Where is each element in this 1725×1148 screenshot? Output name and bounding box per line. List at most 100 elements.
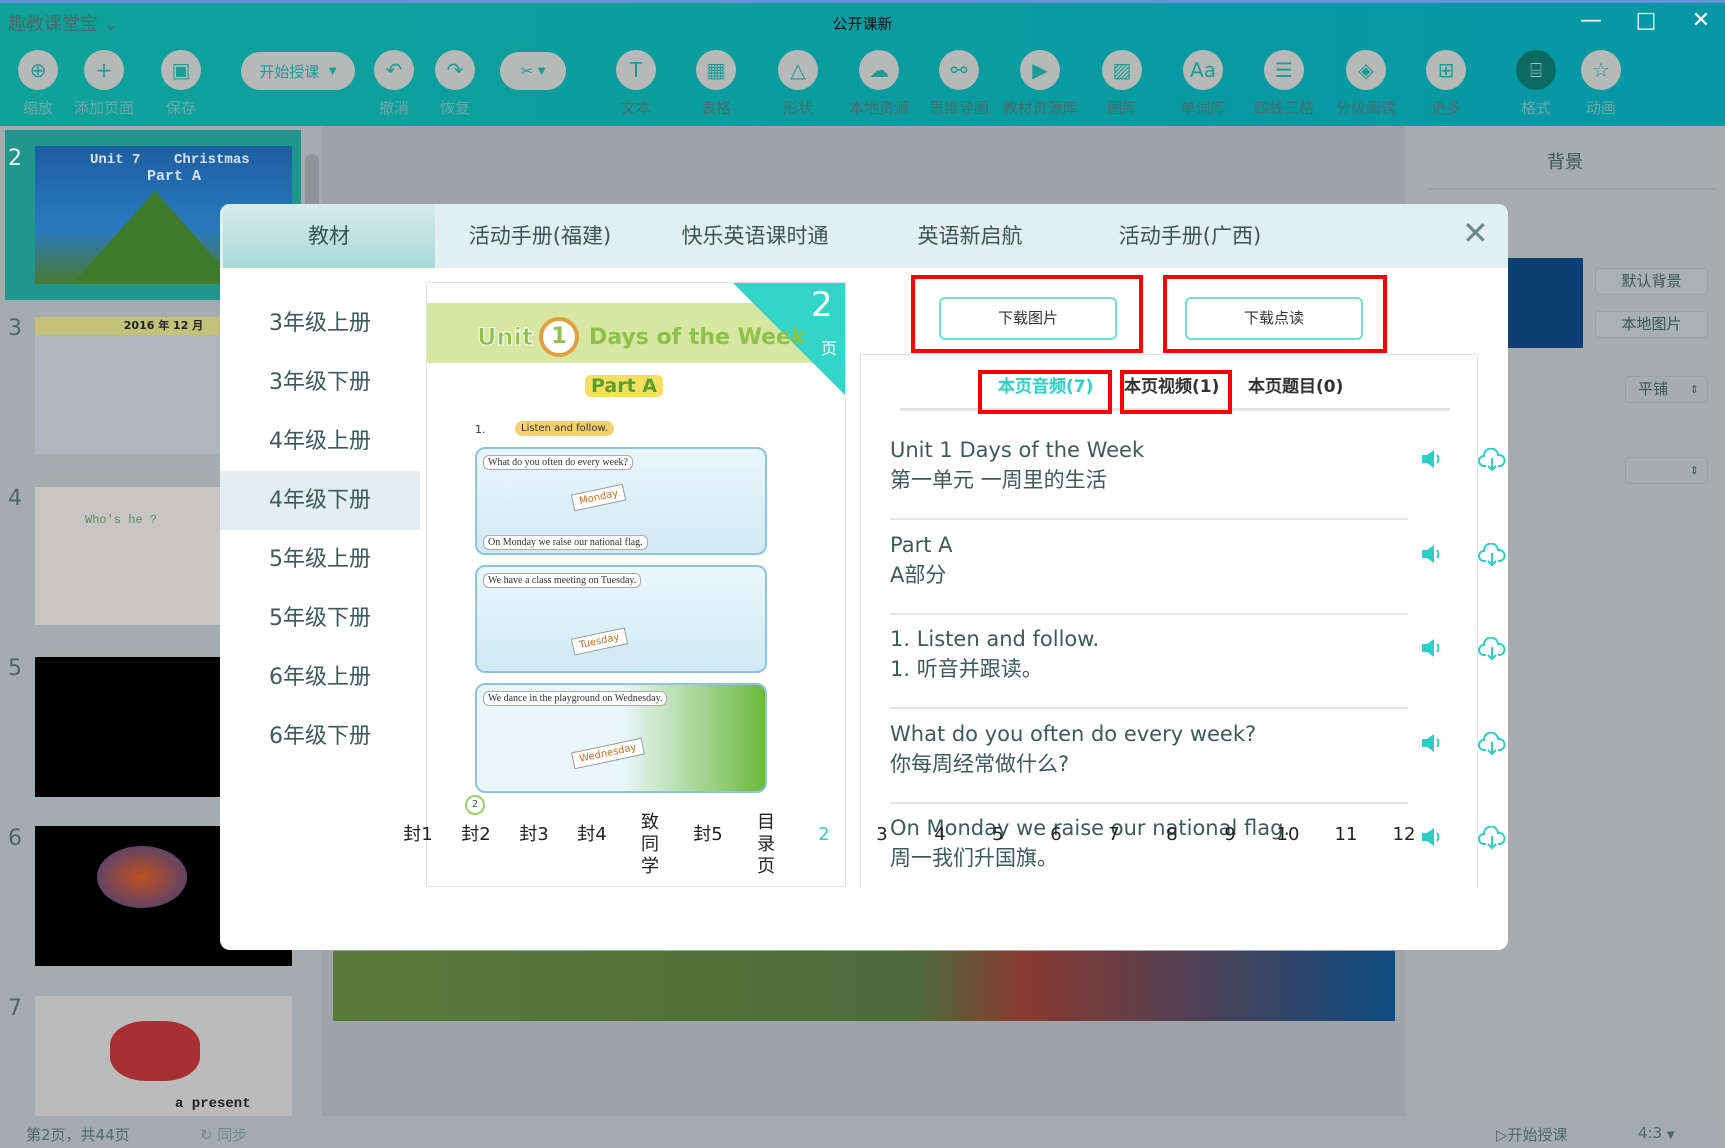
audio-item[interactable]: On Monday we raise our national flag. 周一我…: [890, 804, 1506, 898]
page-nav-item[interactable]: 11: [1321, 824, 1371, 846]
tree-shape: [75, 191, 235, 281]
grade-item[interactable]: 5年级上册: [220, 530, 420, 589]
page-nav-item[interactable]: 封3: [509, 824, 559, 846]
page-nav-item[interactable]: 致同学: [635, 812, 665, 878]
speaker-icon[interactable]: [1420, 448, 1444, 470]
subtab-video[interactable]: 本页视频(1): [1124, 372, 1219, 397]
page-nav-item[interactable]: 5: [973, 824, 1023, 846]
page-number: 2: [811, 285, 833, 325]
scene-caption: We dance in the playground on Wednesday.: [483, 691, 668, 706]
slide-number: 3: [8, 316, 22, 341]
cloud-download-icon[interactable]: [1478, 448, 1506, 472]
tab-textbook[interactable]: 教材: [223, 204, 435, 268]
aspect-ratio-select[interactable]: 4:3 ▼: [1638, 1124, 1675, 1142]
page-nav-item[interactable]: 12: [1379, 824, 1429, 846]
tab-english-voyage[interactable]: 英语新启航: [870, 204, 1070, 268]
close-window-button[interactable]: ✕: [1686, 8, 1716, 33]
page-nav-item[interactable]: 2: [799, 824, 849, 846]
toolbar-mindmap-button[interactable]: ⚯ 思维导图: [914, 50, 1004, 118]
download-read-button[interactable]: 下载点读: [1185, 297, 1363, 340]
toolbar-grid-button[interactable]: ⊞ 更多: [1401, 50, 1491, 118]
toolbar-label: 四线三格: [1253, 99, 1314, 117]
toolbar-layers-button[interactable]: ◈ 分级阅读: [1321, 50, 1411, 118]
close-dialog-button[interactable]: ✕: [1462, 214, 1489, 252]
secondary-select[interactable]: ⇕: [1625, 457, 1708, 484]
grade-item[interactable]: 3年级上册: [220, 294, 420, 353]
cloud-download-icon[interactable]: [1478, 731, 1506, 756]
toolbar-aa-button[interactable]: Aa 单词库: [1158, 50, 1248, 118]
toolbar-table-button[interactable]: ▦ 表格: [671, 50, 761, 118]
book-page-preview[interactable]: 2 页 Unit 1 Days of the Week Part A 1. Li…: [426, 282, 846, 887]
audio-item[interactable]: Part A A部分: [890, 521, 1506, 615]
cut-dropdown[interactable]: ✂ ▼: [500, 52, 566, 90]
toolbar-text-button[interactable]: T 文本: [591, 50, 681, 118]
fill-mode-select[interactable]: 平铺 ⇕: [1625, 376, 1708, 403]
grade-item[interactable]: 4年级下册: [220, 471, 420, 530]
speaker-icon[interactable]: [1420, 637, 1444, 659]
scene-1: What do you often do every week? Monday …: [475, 447, 767, 555]
audio-title-zh: 1. 听音并跟读。: [890, 657, 1043, 681]
scissors-icon: ✂: [520, 62, 534, 80]
subtab-audio[interactable]: 本页音频(7): [998, 372, 1093, 397]
page-nav-item[interactable]: 封2: [451, 824, 501, 846]
start-class-dropdown[interactable]: 开始授课 ▼: [241, 52, 355, 90]
subtab-questions[interactable]: 本页题目(0): [1248, 372, 1343, 397]
default-background-button[interactable]: 默认背景: [1595, 268, 1708, 295]
page-nav-item[interactable]: 8: [1147, 824, 1197, 846]
toolbar-redo-button[interactable]: ↷ 恢复: [410, 50, 500, 118]
page-nav-item[interactable]: 目录页: [751, 812, 781, 878]
page-nav-item[interactable]: 6: [1031, 824, 1081, 846]
sync-label: 同步: [217, 1126, 248, 1144]
grade-item[interactable]: 5年级下册: [220, 589, 420, 648]
speaker-icon[interactable]: [1420, 543, 1444, 565]
maximize-button[interactable]: □: [1631, 8, 1661, 33]
slide-thumb-7[interactable]: a present: [35, 996, 292, 1116]
audio-title-zh: 第一单元 一周里的生活: [890, 468, 1107, 492]
mindmap-icon: ⚯: [939, 50, 979, 90]
grade-item[interactable]: 3年级下册: [220, 353, 420, 412]
grade-item[interactable]: 6年级上册: [220, 648, 420, 707]
toolbar-lines-button[interactable]: ☰ 四线三格: [1239, 50, 1329, 118]
page-nav-item[interactable]: 封5: [683, 824, 733, 846]
cloud-download-icon[interactable]: [1478, 637, 1506, 661]
panel-title: 背景: [1547, 152, 1583, 173]
toolbar-save-button[interactable]: ▣ 保存: [136, 50, 226, 118]
page-nav-item[interactable]: 10: [1263, 824, 1313, 846]
page-nav-item[interactable]: 3: [857, 824, 907, 846]
toolbar-star-button[interactable]: ☆ 动画: [1556, 50, 1646, 118]
grade-item[interactable]: 6年级下册: [220, 707, 420, 766]
toolbar-upload-cloud-button[interactable]: ☁ 本地资源: [834, 50, 924, 118]
page-nav-item[interactable]: 9: [1205, 824, 1255, 846]
tab-activity-guangxi[interactable]: 活动手册(广西): [1080, 204, 1300, 268]
audio-item[interactable]: What do you often do every week? 你每周经常做什么…: [890, 710, 1506, 804]
cloud-download-icon[interactable]: [1478, 826, 1506, 850]
audio-item[interactable]: 1. Listen and follow. 1. 听音并跟读。: [890, 615, 1506, 709]
start-class-button[interactable]: ▷开始授课: [1496, 1124, 1568, 1145]
minimize-button[interactable]: —: [1576, 8, 1606, 33]
toolbar-label: 教材资源库: [1002, 99, 1078, 117]
grade-item[interactable]: 4年级上册: [220, 412, 420, 471]
page-nav-item[interactable]: 封1: [393, 824, 443, 846]
audio-item[interactable]: Unit 1 Days of the Week 第一单元 一周里的生活: [890, 426, 1506, 520]
aspect-ratio-value: 4:3: [1638, 1124, 1663, 1142]
toolbar-image-button[interactable]: ▨ 图库: [1077, 50, 1167, 118]
toolbar-shape-button[interactable]: △ 形状: [753, 50, 843, 118]
local-image-button[interactable]: 本地图片: [1595, 311, 1708, 338]
caret-down-icon: ▼: [328, 65, 337, 77]
download-image-button[interactable]: 下载图片: [939, 297, 1117, 340]
page-nav-item[interactable]: 7: [1089, 824, 1139, 846]
slide-title: Who's he ?: [85, 513, 158, 527]
speaker-icon[interactable]: [1420, 732, 1444, 754]
tab-activity-fujian[interactable]: 活动手册(福建): [440, 204, 640, 268]
page-nav-item[interactable]: 4: [915, 824, 965, 846]
title-toolbar: 趣教课堂宝 ⌄ 公开课新 — □ ✕ ⊕ 缩放 + 添加页面 ▣ 保存 ↶ 撤消 ↷ 恢复 T 文本 ▦…: [0, 0, 1725, 126]
upload-cloud-icon: ☁: [859, 50, 899, 90]
toolbar-label: 图库: [1106, 99, 1137, 117]
scene-caption: We have a class meeting on Tuesday.: [483, 573, 642, 588]
text-icon: T: [616, 50, 656, 90]
sync-button[interactable]: ↻ 同步: [200, 1124, 247, 1145]
toolbar-video-button[interactable]: ▶ 教材资源库: [995, 50, 1085, 118]
page-nav-item[interactable]: 封4: [567, 824, 617, 846]
tab-happy-english[interactable]: 快乐英语课时通: [650, 204, 860, 268]
cloud-download-icon[interactable]: [1478, 542, 1506, 567]
